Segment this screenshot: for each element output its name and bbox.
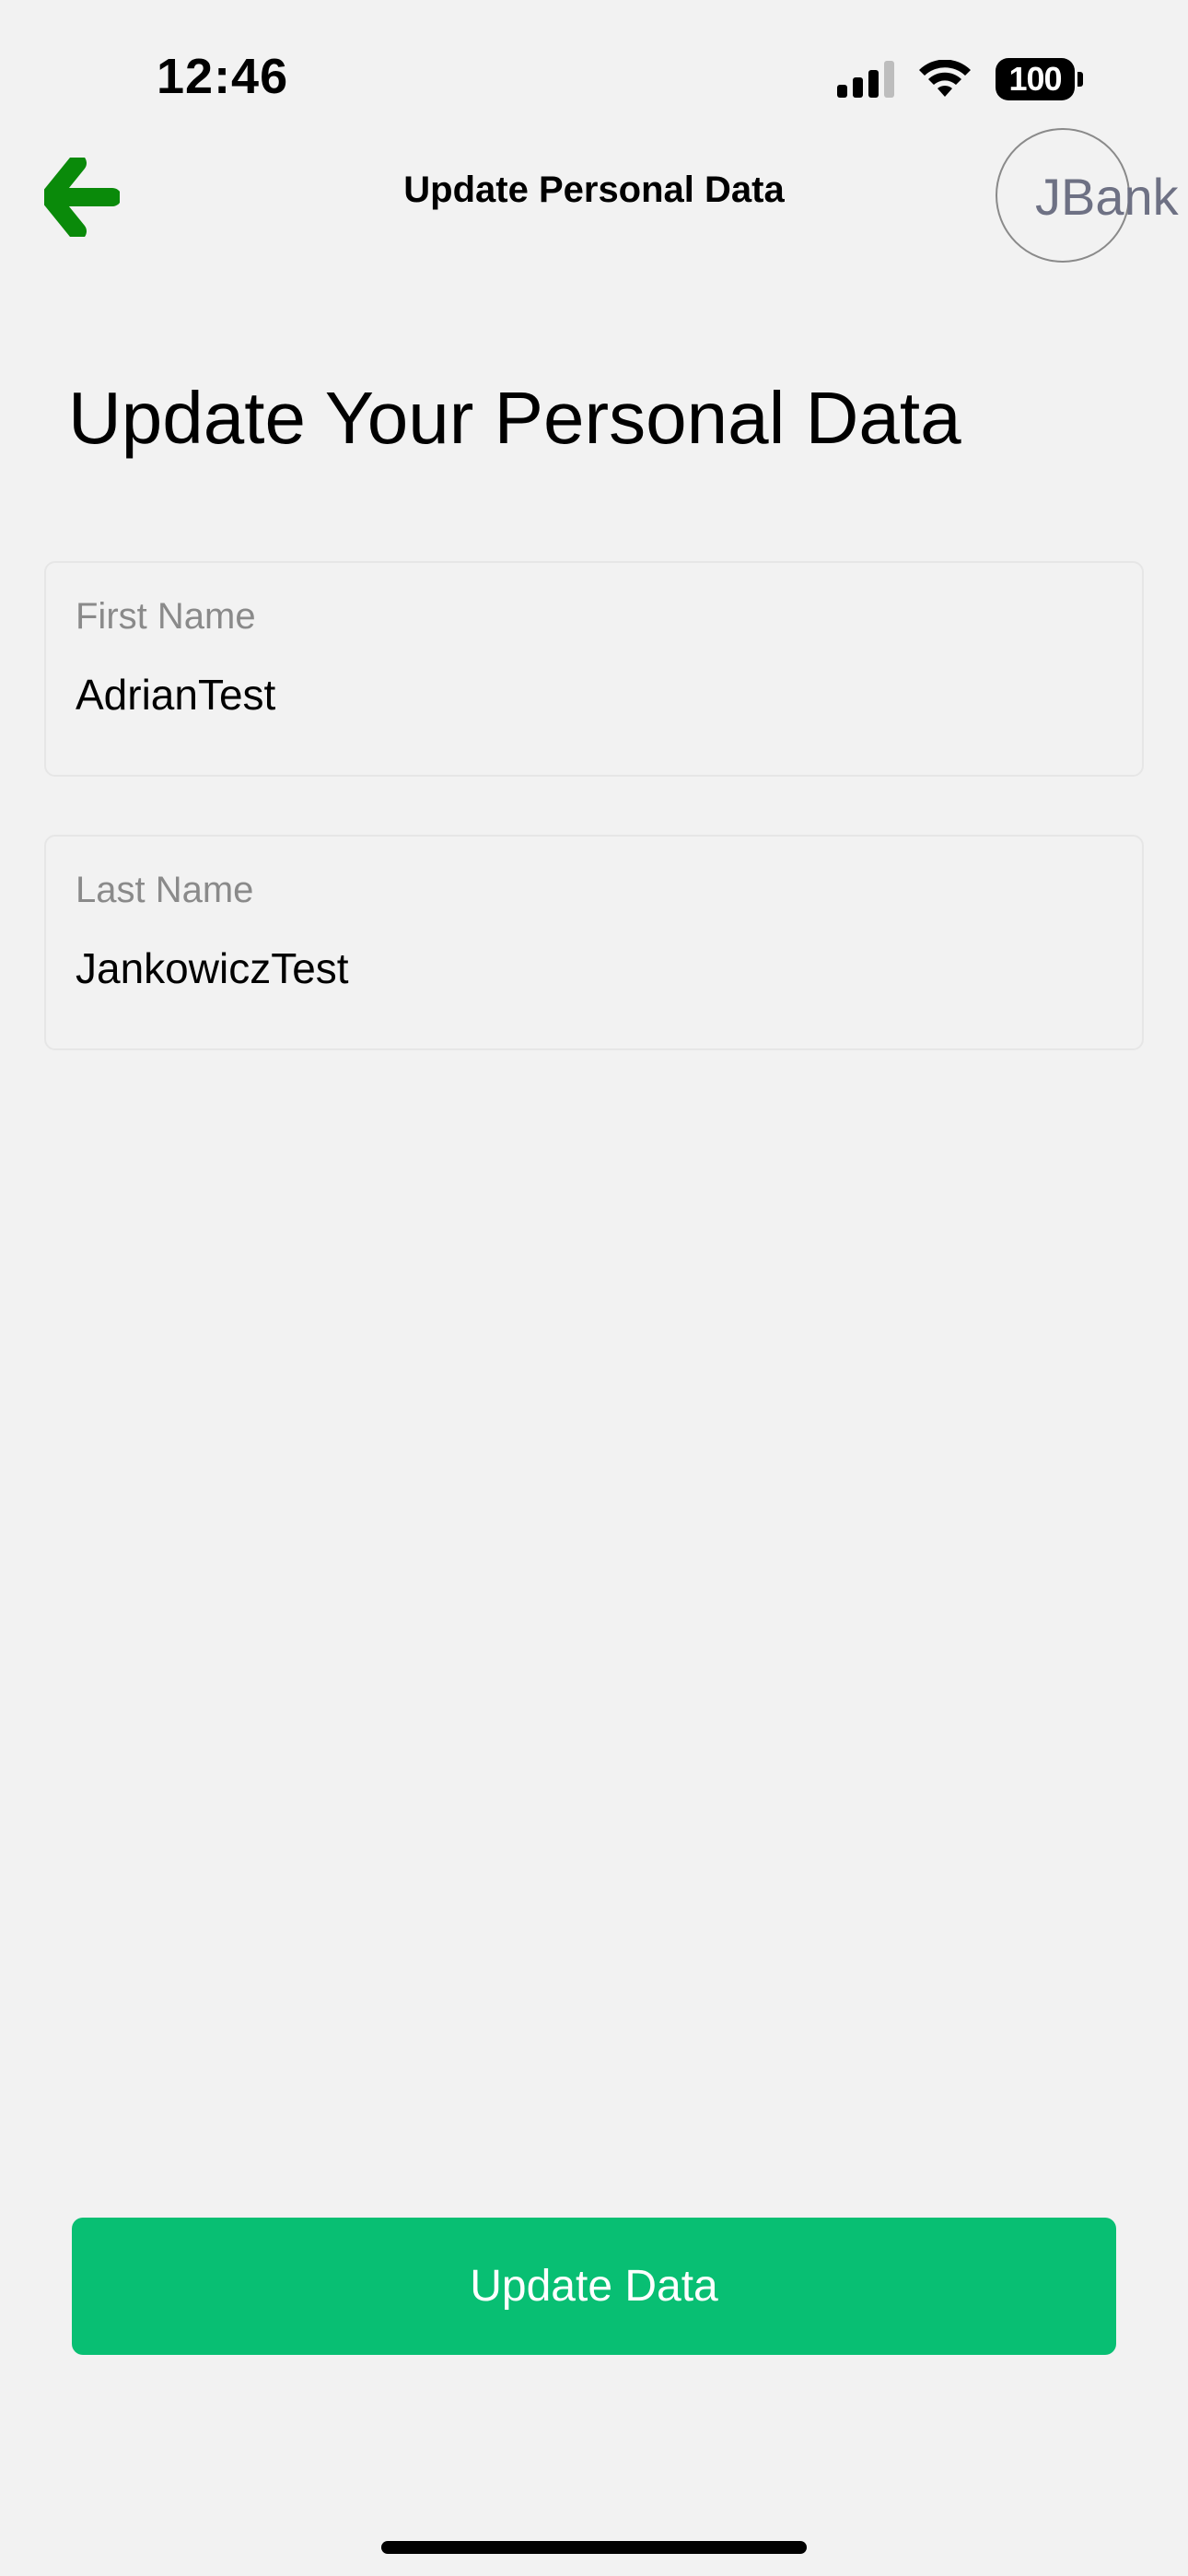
last-name-label: Last Name <box>76 870 254 910</box>
logo-text: JBank <box>1035 168 1179 226</box>
app-screen: 12:46 100 Update Personal Data JBank Upd… <box>0 0 1188 2576</box>
wifi-icon <box>919 60 971 97</box>
status-time: 12:46 <box>157 49 289 104</box>
first-name-input[interactable]: AdrianTest <box>76 670 275 720</box>
status-bar-indicators: 100 <box>837 57 1083 101</box>
battery-icon: 100 <box>996 58 1083 100</box>
last-name-input[interactable]: JankowiczTest <box>76 943 349 993</box>
jbank-logo: JBank <box>996 128 1179 263</box>
home-indicator[interactable] <box>381 2541 807 2554</box>
battery-level: 100 <box>996 58 1075 100</box>
first-name-field[interactable]: First Name AdrianTest <box>44 561 1144 777</box>
page-heading: Update Your Personal Data <box>68 377 961 459</box>
first-name-label: First Name <box>76 596 256 637</box>
last-name-field[interactable]: Last Name JankowiczTest <box>44 835 1144 1050</box>
cellular-signal-icon <box>837 61 894 98</box>
update-data-button[interactable]: Update Data <box>72 2218 1116 2355</box>
